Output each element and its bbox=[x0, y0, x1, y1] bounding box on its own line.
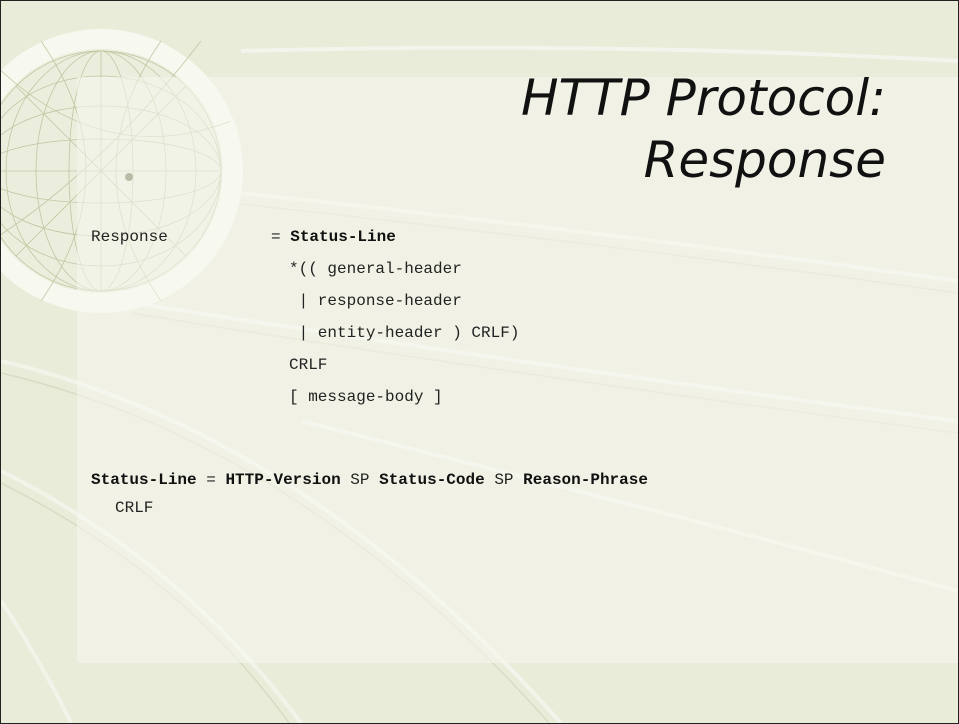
status-line-crlf: CRLF bbox=[115, 499, 154, 517]
response-rule-line-2: *(( general-header bbox=[289, 260, 462, 278]
response-rule-line-4: | entity-header ) CRLF) bbox=[289, 324, 520, 342]
slide-title: HTTP Protocol: Response bbox=[366, 67, 886, 191]
equals-sign: = bbox=[271, 228, 281, 246]
status-line-lhs: Status-Line bbox=[91, 471, 197, 489]
status-code: Status-Code bbox=[379, 471, 485, 489]
response-rule-line-6: [ message-body ] bbox=[289, 388, 443, 406]
status-line-keyword: Status-Line bbox=[290, 228, 396, 246]
response-rule-line-3: | response-header bbox=[289, 292, 462, 310]
response-rule-line-5: CRLF bbox=[289, 356, 328, 374]
slide: HTTP Protocol: Response Response = Statu… bbox=[0, 0, 959, 724]
status-line-rule: Status-Line = HTTP-Version SP Status-Cod… bbox=[91, 471, 648, 489]
title-line-2: Response bbox=[643, 131, 886, 189]
sp-2: SP bbox=[494, 471, 514, 489]
sp-1: SP bbox=[350, 471, 370, 489]
status-equals: = bbox=[206, 471, 216, 489]
reason-phrase: Reason-Phrase bbox=[523, 471, 648, 489]
title-line-1: HTTP Protocol: bbox=[520, 69, 886, 127]
http-version: HTTP-Version bbox=[225, 471, 341, 489]
response-rule-first-line: = Status-Line bbox=[271, 228, 396, 246]
response-rule-lhs: Response bbox=[91, 228, 168, 246]
